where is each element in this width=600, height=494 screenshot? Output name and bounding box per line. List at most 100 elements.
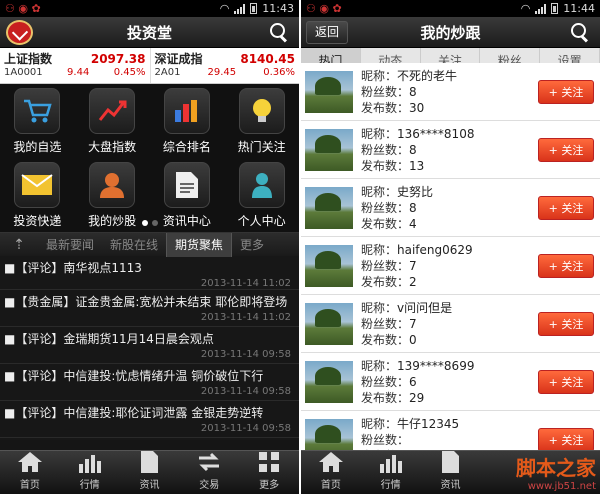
fans-row: 粉丝数：7 — [361, 316, 452, 332]
user-icon — [238, 162, 285, 208]
avatar — [305, 70, 353, 113]
nav-market[interactable]: 行情 — [361, 451, 421, 494]
avatar — [305, 302, 353, 345]
posts-row: 发布数：2 — [361, 274, 473, 290]
tab-futures[interactable]: 期货聚焦 — [166, 232, 233, 257]
list-item[interactable]: 昵称：haifeng0629 粉丝数：7 发布数：2 + 关注 — [301, 237, 600, 295]
nav-info[interactable]: 资讯 — [421, 451, 481, 494]
news-title: ■【贵金属】证金贵金属:宽松并未结束 耶伦即将登场 — [4, 295, 288, 309]
follow-button[interactable]: + 关注 — [538, 370, 594, 394]
grid-label: 投资快递 — [13, 214, 62, 228]
list-item[interactable]: 昵称：史努比 粉丝数：8 发布数：4 + 关注 — [301, 179, 600, 237]
nav-trade[interactable]: 交易 — [179, 451, 239, 494]
index-sh[interactable]: 上证指数 2097.38 1A0001 9.44 0.45% — [0, 48, 150, 83]
follow-button[interactable]: + 关注 — [538, 196, 594, 220]
nav-more[interactable]: 更多 — [239, 451, 299, 494]
follow-button[interactable]: + 关注 — [538, 312, 594, 336]
posts-count: 4 — [409, 216, 417, 231]
grid-item-market-index[interactable]: 大盘指数 — [75, 88, 150, 162]
grid-item-my-stock[interactable]: 我的炒股 — [75, 162, 150, 236]
news-date: 2013-11-14 11:02 — [200, 312, 291, 323]
news-date: 2013-11-14 09:58 — [200, 349, 291, 360]
grid-item-news-center[interactable]: 资讯中心 — [150, 162, 225, 236]
nickname-row: 昵称：v问问但是 — [361, 300, 452, 316]
list-item[interactable]: ■【贵金属】证金贵金属:宽松并未结束 耶伦即将登场 2013-11-14 11:0… — [0, 290, 299, 327]
nav-home[interactable]: 首页 — [0, 451, 60, 494]
user-info: 昵称：139****8699 粉丝数：6 发布数：29 — [361, 358, 474, 406]
tab-latest[interactable]: 最新要闻 — [38, 236, 102, 253]
index-name: 深证成指 — [154, 52, 203, 66]
battery-icon — [250, 3, 258, 14]
list-item[interactable]: 昵称：139****8699 粉丝数：6 发布数：29 + 关注 — [301, 353, 600, 411]
follow-button[interactable]: + 关注 — [538, 254, 594, 278]
trend-chart-icon — [89, 88, 136, 134]
grid-label: 热门关注 — [237, 140, 286, 154]
nav-label: 更多 — [259, 480, 280, 491]
avatar — [305, 186, 353, 229]
grid-item-ranking[interactable]: 综合排名 — [150, 88, 225, 162]
grid-item-express[interactable]: 投资快递 — [0, 162, 75, 236]
nav-market[interactable]: 行情 — [60, 451, 120, 494]
follow-button[interactable]: + 关注 — [538, 428, 594, 452]
list-item[interactable]: 昵称：136****8108 粉丝数：8 发布数：13 + 关注 — [301, 121, 600, 179]
nick-label: 昵称： — [361, 242, 398, 257]
search-icon[interactable] — [269, 22, 289, 42]
index-change: 29.45 — [207, 67, 237, 78]
back-button[interactable]: 返回 — [306, 21, 349, 44]
status-bar: ⚇ ◉ ✿ ◠ 11:43 — [0, 0, 299, 17]
lightbulb-icon — [238, 88, 285, 134]
avatar — [305, 360, 353, 403]
list-item[interactable]: ■【评论】金瑞期货11月14日晨会观点 2013-11-14 09:58 — [0, 327, 299, 364]
fans-label: 粉丝数： — [361, 432, 410, 447]
index-sz[interactable]: 深证成指 8140.45 2A01 29.45 0.36% — [149, 48, 300, 83]
list-item[interactable]: 昵称：不死的老牛 粉丝数：8 发布数：30 + 关注 — [301, 63, 600, 121]
nickname-row: 昵称：史努比 — [361, 184, 433, 200]
nick-label: 昵称： — [361, 126, 398, 141]
home-icon — [17, 450, 43, 474]
search-icon[interactable] — [570, 22, 590, 42]
nickname: 139****8699 — [397, 358, 475, 373]
user-info: 昵称：haifeng0629 粉丝数：7 发布数：2 — [361, 242, 473, 290]
index-pct: 0.36% — [263, 67, 295, 78]
fans-row: 粉丝数： — [361, 432, 459, 448]
posts-row: 发布数：30 — [361, 100, 457, 116]
nav-label: 首页 — [19, 480, 40, 491]
news-title: ■【评论】南华视点1113 — [4, 261, 142, 275]
bottom-nav: 首页 行情 资讯 交易 更多 — [0, 450, 299, 494]
grid-item-personal[interactable]: 个人中心 — [224, 162, 299, 236]
posts-label: 发布数： — [361, 274, 410, 289]
document-icon — [437, 450, 463, 474]
nav-label: 行情 — [79, 480, 100, 491]
bar-chart-icon — [77, 450, 103, 474]
fans-label: 粉丝数： — [361, 142, 410, 157]
signal-icon — [234, 3, 246, 14]
scroll-up-icon[interactable]: ⇡ — [0, 237, 38, 253]
avatar — [305, 244, 353, 287]
app-logo-icon — [6, 20, 33, 45]
home-icon — [318, 450, 344, 474]
grid-item-watchlist[interactable]: 我的自选 — [0, 88, 75, 162]
grid-label: 个人中心 — [237, 214, 286, 228]
nav-info[interactable]: 资讯 — [120, 451, 180, 494]
grid-label: 我的炒股 — [88, 214, 137, 228]
grid-item-hot[interactable]: 热门关注 — [224, 88, 299, 162]
cart-icon — [14, 88, 61, 134]
function-grid: 我的自选 大盘指数 综合排名 热门关注 投资快递 我的炒股 资讯中心 个人中心 — [0, 84, 299, 232]
tab-more[interactable]: 更多 — [232, 236, 272, 253]
nav-home[interactable]: 首页 — [301, 451, 361, 494]
fans-row: 粉丝数：7 — [361, 258, 473, 274]
tab-new-stocks[interactable]: 新股在线 — [102, 236, 166, 253]
wifi-icon: ◠ — [219, 2, 230, 15]
fans-label: 粉丝数： — [361, 374, 410, 389]
follow-button[interactable]: + 关注 — [538, 138, 594, 162]
posts-row: 发布数：0 — [361, 332, 452, 348]
list-item[interactable]: ■【评论】中信建投:忧虑情绪升温 铜价破位下行 2013-11-14 09:58 — [0, 364, 299, 401]
follow-button[interactable]: + 关注 — [538, 80, 594, 104]
exchange-icon — [196, 450, 222, 474]
list-item[interactable]: 昵称：v问问但是 粉丝数：7 发布数：0 + 关注 — [301, 295, 600, 353]
list-item[interactable]: ■【评论】南华视点1113 2013-11-14 11:02 — [0, 256, 299, 290]
page-title: 我的炒跟 — [420, 23, 481, 42]
list-item[interactable]: ■【评论】中信建投:耶伦证词泄露 金银走势逆转 2013-11-14 09:58 — [0, 401, 299, 438]
nickname: v问问但是 — [397, 300, 453, 315]
status-time: 11:43 — [262, 2, 294, 15]
